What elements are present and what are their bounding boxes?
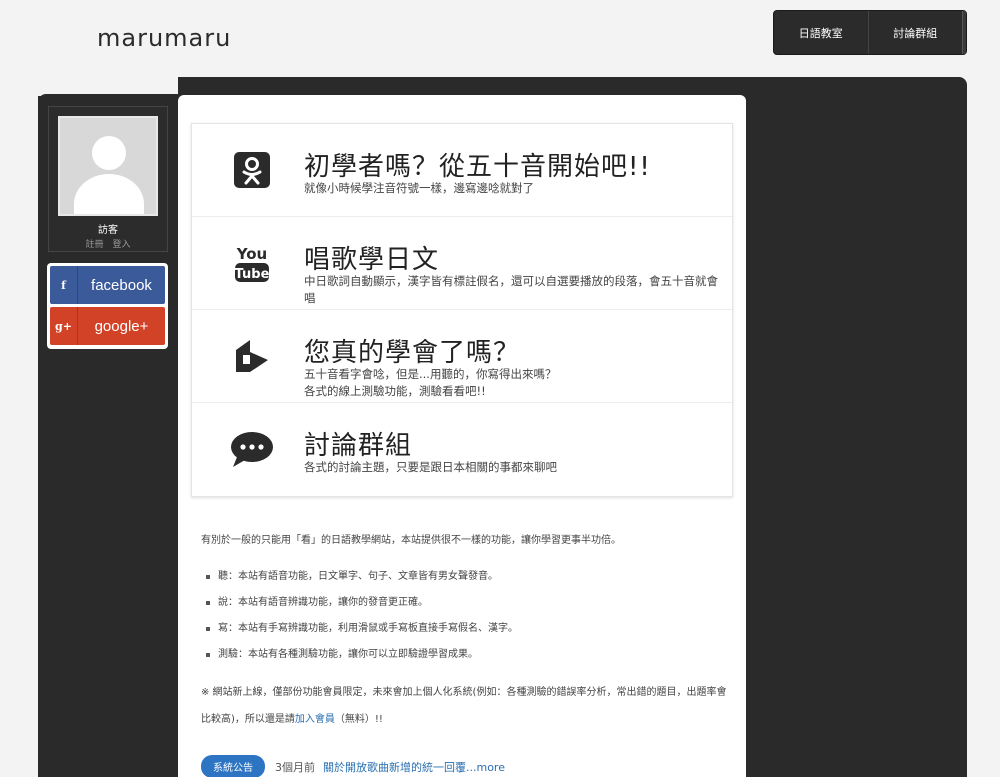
youtube-icon: You Tube: [226, 241, 278, 285]
list-item: 寫：本站有手寫辨識功能，利用滑鼠或手寫板直接手寫假名、漢字。: [201, 617, 731, 643]
feature-desc: 中日歌詞自動顯示，漢字皆有標註假名，還可以自選要播放的段落，會五十音就會唱: [304, 274, 718, 305]
feature-desc: 五十音看字會唸，但是...用聽的，你寫得出來嗎？ 各式的線上測驗功能，測驗看看吧…: [304, 367, 557, 398]
auth-links: 註冊 登入: [49, 237, 167, 250]
chat-bubble-icon: [226, 427, 278, 471]
google-label: google+: [94, 317, 149, 335]
top-nav: 日語教室 討論群組: [773, 10, 967, 55]
feature-list: 初學者嗎？從五十音開始吧!! 就像小時候學注音符號一樣，邊寫邊唸就對了 You …: [191, 123, 733, 497]
feature-title: 初學者嗎？從五十音開始吧!!: [304, 152, 651, 182]
news-link[interactable]: 關於開放歌曲新增的統一回覆...more: [323, 759, 505, 775]
feature-title: 討論群組: [304, 431, 413, 461]
list-item: 測驗：本站有各種測驗功能，讓你可以立即驗證學習成果。: [201, 643, 731, 669]
facebook-icon: f: [50, 266, 78, 304]
feature-title: 唱歌學日文: [304, 245, 440, 275]
note-text-end: （無料）!!: [334, 714, 383, 725]
profile-card: 訪客 註冊 登入: [48, 106, 168, 252]
avatar-body: [74, 174, 144, 214]
list-item: 聽：本站有語音功能，日文單字、句子、文章皆有男女聲發音。: [201, 565, 731, 591]
nav-item-japanese-class[interactable]: 日語教室: [774, 11, 868, 54]
feature-quiz[interactable]: 您真的學會了嗎？ 五十音看字會唸，但是...用聽的，你寫得出來嗎？ 各式的線上測…: [192, 310, 732, 403]
site-logo[interactable]: marumaru: [97, 24, 231, 52]
youtube-text-bottom: Tube: [235, 267, 270, 282]
nav-item-discussion[interactable]: 討論群組: [867, 11, 963, 54]
avatar-head: [92, 136, 126, 170]
feature-title: 您真的學會了嗎？: [304, 338, 521, 368]
avatar: [58, 116, 158, 216]
feature-kana[interactable]: 初學者嗎？從五十音開始吧!! 就像小時候學注音符號一樣，邊寫邊唸就對了: [192, 124, 732, 217]
facebook-label: facebook: [91, 276, 152, 294]
frame-left-cap: [38, 94, 178, 106]
note-text: ※ 網站新上線，僅部份功能會員限定，未來會加上個人化系統(例如：各種測驗的錯誤率…: [201, 687, 727, 725]
google-login-button[interactable]: g+ google+: [50, 307, 165, 345]
register-link[interactable]: 註冊: [86, 240, 104, 250]
feature-desc: 各式的討論主題，只要是跟日本相關的事都來聊吧: [304, 460, 557, 474]
news-badge[interactable]: 系統公告: [201, 755, 265, 777]
google-plus-icon: g+: [50, 307, 78, 345]
feature-discussion[interactable]: 討論群組 各式的討論主題，只要是跟日本相關的事都來聊吧: [192, 403, 732, 496]
login-link[interactable]: 登入: [112, 240, 130, 250]
social-login: f facebook g+ google+: [47, 263, 168, 349]
odnoklassniki-icon: [226, 148, 278, 192]
news-time: 3個月前: [275, 760, 315, 774]
nav-divider: [962, 11, 966, 54]
facebook-login-button[interactable]: f facebook: [50, 266, 165, 304]
feature-desc: 就像小時候學注音符號一樣，邊寫邊唸就對了: [304, 181, 534, 195]
list-item: 說：本站有語音辨識功能，讓你的發音更正確。: [201, 591, 731, 617]
content-panel: 初學者嗎？從五十音開始吧!! 就像小時候學注音符號一樣，邊寫邊唸就對了 You …: [178, 95, 746, 777]
member-note: ※ 網站新上線，僅部份功能會員限定，未來會加上個人化系統(例如：各種測驗的錯誤率…: [201, 679, 731, 733]
feature-songs[interactable]: You Tube 唱歌學日文 中日歌詞自動顯示，漢字皆有標註假名，還可以自選要播…: [192, 217, 732, 310]
username: 訪客: [98, 225, 118, 236]
quiz-icon: [226, 334, 278, 378]
intro-text: 有別於一般的只能用「看」的日語教學網站，本站提供很不一樣的功能，讓你學習更事半功…: [201, 535, 621, 546]
feature-bullets: 聽：本站有語音功能，日文單字、句子、文章皆有男女聲發音。 說：本站有語音辨識功能…: [201, 565, 731, 669]
news-bar: 系統公告 3個月前 關於開放歌曲新增的統一回覆...more: [201, 755, 505, 777]
youtube-text-top: You: [236, 245, 267, 263]
join-member-link[interactable]: 加入會員: [295, 714, 335, 725]
